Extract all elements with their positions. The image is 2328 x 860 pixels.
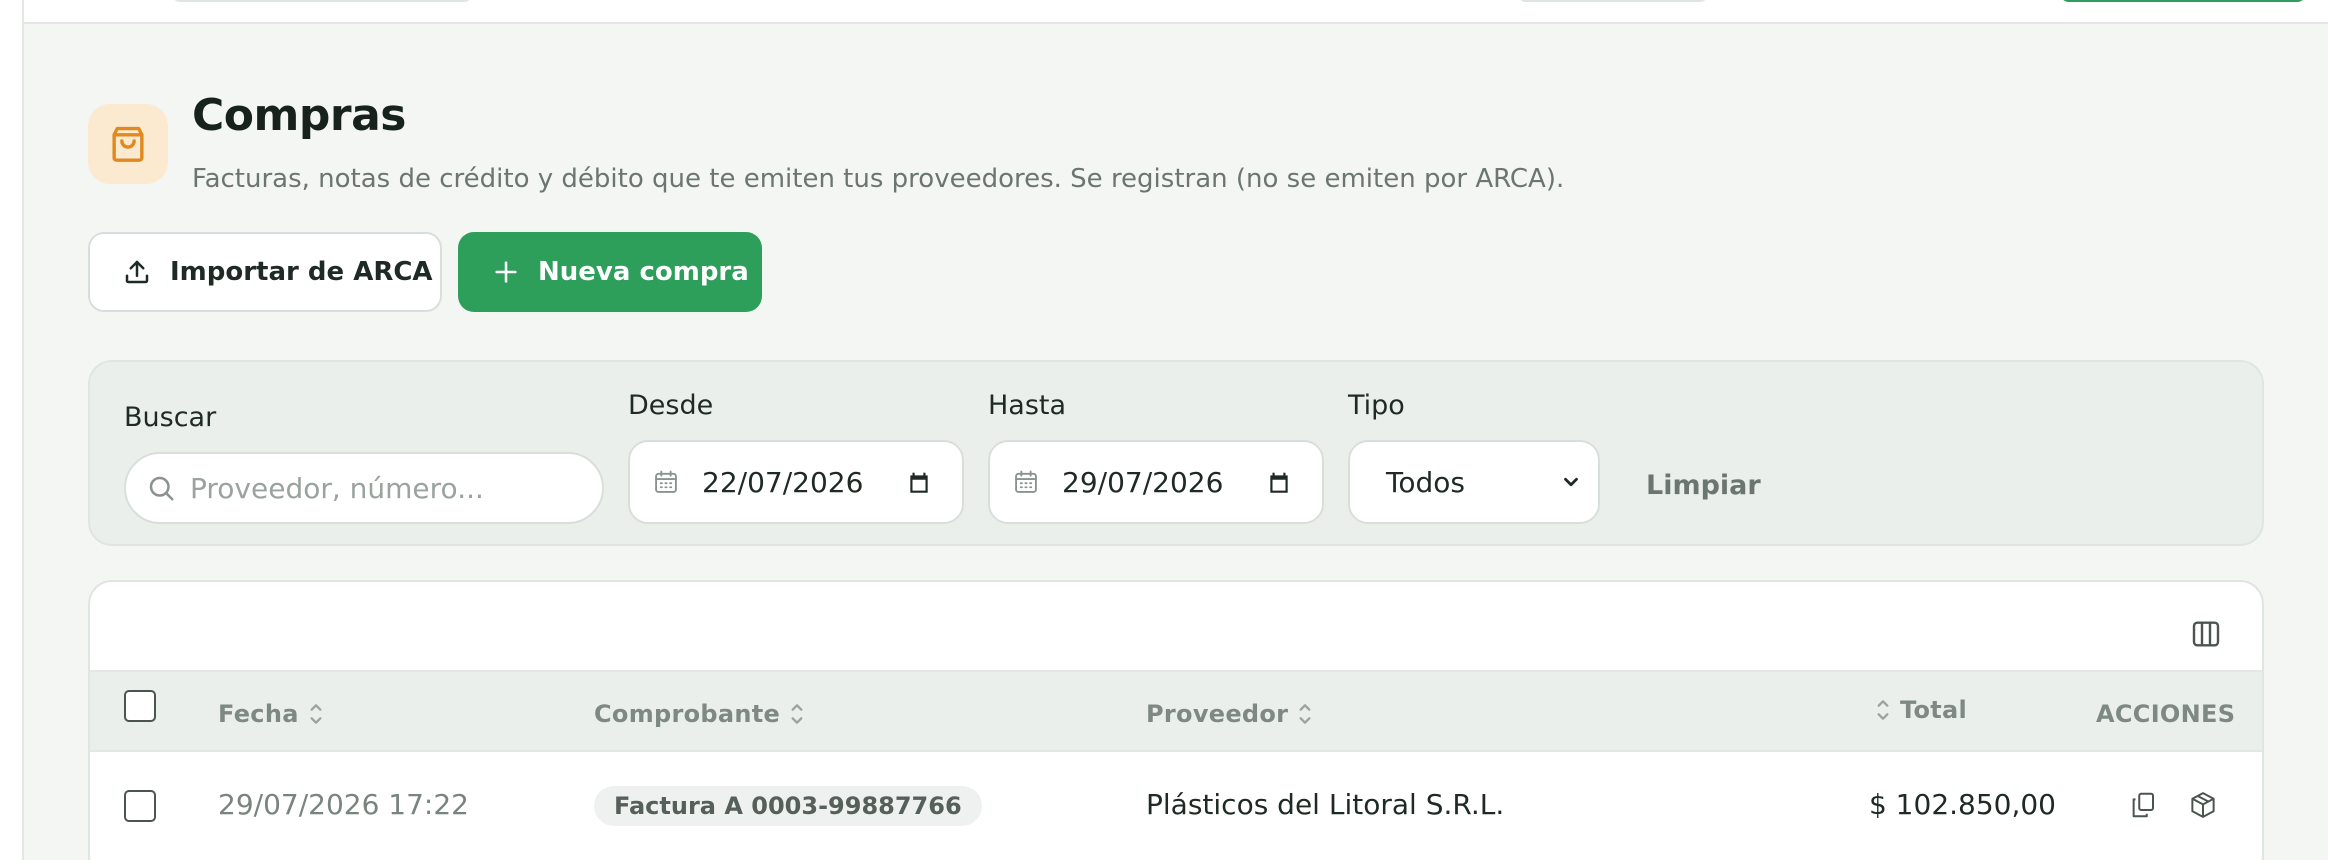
column-header-total[interactable]: Total	[1874, 696, 1967, 724]
from-date-input[interactable]: 22/07/2026	[628, 440, 964, 524]
to-label: Hasta	[988, 390, 1067, 421]
column-header-actions: ACCIONES	[2096, 700, 2235, 728]
columns-icon[interactable]	[2190, 618, 2222, 650]
column-header-supplier[interactable]: Proveedor	[1146, 700, 1314, 728]
to-date-input[interactable]: 29/07/2026	[988, 440, 1324, 524]
column-header-supplier-label: Proveedor	[1146, 700, 1289, 728]
type-label: Tipo	[1348, 390, 1405, 421]
import-arca-label: Importar de ARCA	[170, 257, 433, 287]
from-date-value: 22/07/2026	[702, 465, 864, 499]
search-label: Buscar	[124, 402, 217, 433]
row-date: 29/07/2026 17:22	[218, 788, 469, 821]
row-checkbox[interactable]	[124, 790, 156, 822]
sort-icon	[1299, 704, 1311, 724]
column-header-total-label: Total	[1900, 696, 1968, 724]
column-header-actions-label: ACCIONES	[2096, 700, 2236, 728]
voucher-badge: Factura A 0003-99887766	[594, 786, 982, 826]
search-input[interactable]: Proveedor, número...	[124, 452, 604, 524]
select-all-checkbox[interactable]	[124, 690, 156, 722]
top-pill-button[interactable]	[1518, 0, 1708, 2]
column-header-date-label: Fecha	[218, 700, 299, 728]
page-subtitle: Facturas, notas de crédito y débito que …	[192, 164, 1565, 194]
purchases-table: Fecha Comprobante Proveedor Total ACCION…	[88, 580, 2264, 860]
row-total: $ 102.850,00	[1868, 788, 2056, 821]
import-arca-button[interactable]: Importar de ARCA	[88, 232, 442, 312]
row-supplier: Plásticos del Litoral S.R.L.	[1146, 788, 1505, 821]
calendar-picker-icon[interactable]	[1266, 470, 1292, 496]
upload-icon	[125, 260, 149, 284]
type-select[interactable]: Todos	[1348, 440, 1600, 524]
calendar-icon	[1015, 470, 1037, 493]
column-header-date[interactable]: Fecha	[218, 700, 325, 728]
sort-icon	[310, 704, 322, 724]
shopping-bag-icon	[88, 104, 168, 184]
search-placeholder: Proveedor, número...	[190, 471, 484, 505]
plus-icon	[495, 261, 517, 283]
search-icon	[149, 476, 174, 501]
new-purchase-label: Nueva compra	[538, 257, 749, 287]
calendar-picker-icon[interactable]	[906, 470, 932, 496]
package-icon[interactable]	[2188, 790, 2218, 820]
clear-filters-button[interactable]: Limpiar	[1646, 470, 1761, 501]
column-header-voucher[interactable]: Comprobante	[594, 700, 806, 728]
sort-icon	[791, 704, 803, 724]
filter-panel: Buscar Proveedor, número... Desde 22/07/…	[88, 360, 2264, 546]
table-header: Fecha Comprobante Proveedor Total ACCION…	[90, 670, 2262, 752]
calendar-icon	[655, 470, 677, 493]
chevron-down-icon	[1564, 477, 1578, 487]
column-header-voucher-label: Comprobante	[594, 700, 781, 728]
to-date-value: 29/07/2026	[1062, 465, 1224, 499]
left-rail	[0, 0, 24, 860]
page-title: Compras	[192, 90, 406, 141]
top-search-input[interactable]	[172, 0, 472, 2]
from-label: Desde	[628, 390, 714, 421]
type-select-value: Todos	[1386, 465, 1465, 499]
sort-icon	[1877, 700, 1889, 720]
table-row[interactable]: 29/07/2026 17:22 Factura A 0003-99887766…	[90, 752, 2262, 860]
top-primary-button[interactable]	[2060, 0, 2306, 2]
top-bar	[24, 0, 2328, 24]
new-purchase-button[interactable]: Nueva compra	[458, 232, 762, 312]
copy-icon[interactable]	[2128, 790, 2158, 820]
